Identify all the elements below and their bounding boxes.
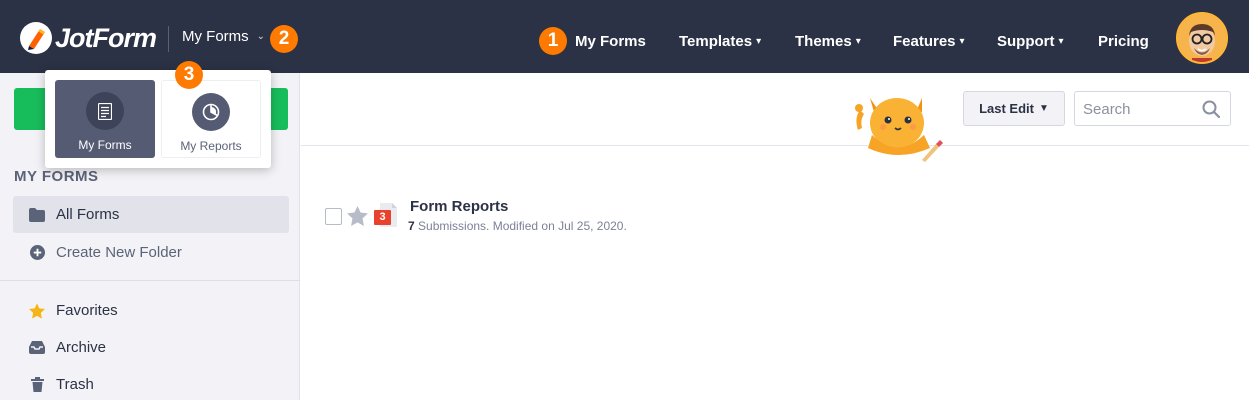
sidebar-item-label: All Forms (56, 206, 120, 223)
form-meta-text: Submissions. Modified on Jul 25, 2020. (414, 219, 627, 233)
favorite-star-icon[interactable] (347, 206, 368, 231)
caret-down-icon: ▼ (1039, 103, 1049, 114)
nav-pricing[interactable]: Pricing (1098, 31, 1149, 51)
sidebar-section-title: MY FORMS (14, 168, 99, 185)
forms-switcher-popover: My Forms My Reports (45, 70, 271, 168)
nav-themes-label: Themes (795, 32, 852, 50)
form-meta: 7 Submissions. Modified on Jul 25, 2020. (408, 219, 627, 233)
annotation-badge-3: 3 (175, 61, 203, 89)
form-document-icon: 3 (374, 203, 398, 234)
caret-down-icon: ▾ (855, 35, 861, 47)
caret-down-icon: ▾ (959, 35, 965, 47)
sidebar-item-archive[interactable]: Archive (13, 329, 289, 366)
nav-templates[interactable]: Templates ▾ (679, 31, 761, 51)
form-select-checkbox[interactable] (325, 208, 342, 225)
nav-features[interactable]: Features ▾ (893, 31, 965, 51)
caret-down-icon: ▾ (756, 35, 762, 47)
plus-circle-icon (29, 245, 45, 261)
folder-icon (29, 207, 45, 223)
star-icon (29, 302, 45, 319)
nav-themes[interactable]: Themes ▾ (795, 31, 861, 51)
sidebar-item-all-forms[interactable]: All Forms (13, 196, 289, 233)
popover-item-label: My Reports (180, 139, 242, 153)
popover-item-label: My Forms (78, 138, 132, 152)
chevron-down-icon: ⌄ (256, 31, 266, 42)
sidebar-item-trash[interactable]: Trash (13, 366, 289, 400)
form-title[interactable]: Form Reports (410, 198, 508, 215)
nav-my-forms[interactable]: My Forms (575, 31, 646, 51)
sidebar-item-label: Trash (56, 376, 94, 393)
forms-switcher-label: My Forms (182, 28, 249, 45)
nav-templates-label: Templates (679, 32, 753, 50)
trash-icon (29, 377, 45, 393)
logo-text: JotForm (55, 22, 157, 53)
sidebar-item-label: Archive (56, 339, 107, 356)
nav-support[interactable]: Support ▾ (997, 31, 1064, 51)
sidebar-item-label: Create New Folder (56, 244, 182, 261)
inbox-icon (29, 340, 45, 356)
avatar-illustration (1178, 14, 1226, 62)
sort-label: Last Edit (979, 101, 1034, 116)
annotation-badge-1: 1 (539, 27, 567, 55)
annotation-badge-2: 2 (270, 25, 298, 53)
sidebar-divider (0, 280, 300, 281)
caret-down-icon: ▾ (1058, 35, 1064, 47)
podo-mascot-illustration (850, 90, 945, 165)
popover-item-my-forms[interactable]: My Forms (55, 80, 155, 158)
jotform-logo[interactable]: JotForm (20, 21, 157, 55)
search-icon[interactable] (1202, 100, 1221, 123)
user-avatar[interactable] (1176, 12, 1228, 64)
popover-item-my-reports[interactable]: My Reports (161, 80, 261, 158)
logo-divider (168, 26, 169, 52)
sidebar-item-create-folder[interactable]: Create New Folder (13, 234, 289, 271)
nav-my-forms-label: My Forms (575, 32, 646, 50)
submission-count: 7 (408, 219, 415, 233)
search-box (1074, 91, 1231, 126)
jotform-logo-icon (20, 22, 52, 54)
pie-chart-icon (192, 93, 230, 131)
sidebar-item-label: Favorites (56, 302, 118, 319)
form-icon (86, 92, 124, 130)
forms-switcher-dropdown[interactable]: My Forms ⌄ (182, 28, 265, 45)
sort-dropdown[interactable]: Last Edit ▼ (963, 91, 1065, 126)
nav-support-label: Support (997, 32, 1055, 50)
search-input[interactable] (1083, 99, 1193, 119)
nav-pricing-label: Pricing (1098, 32, 1149, 50)
new-submissions-count: 3 (379, 211, 386, 223)
sidebar-item-favorites[interactable]: Favorites (13, 292, 289, 329)
nav-features-label: Features (893, 32, 956, 50)
